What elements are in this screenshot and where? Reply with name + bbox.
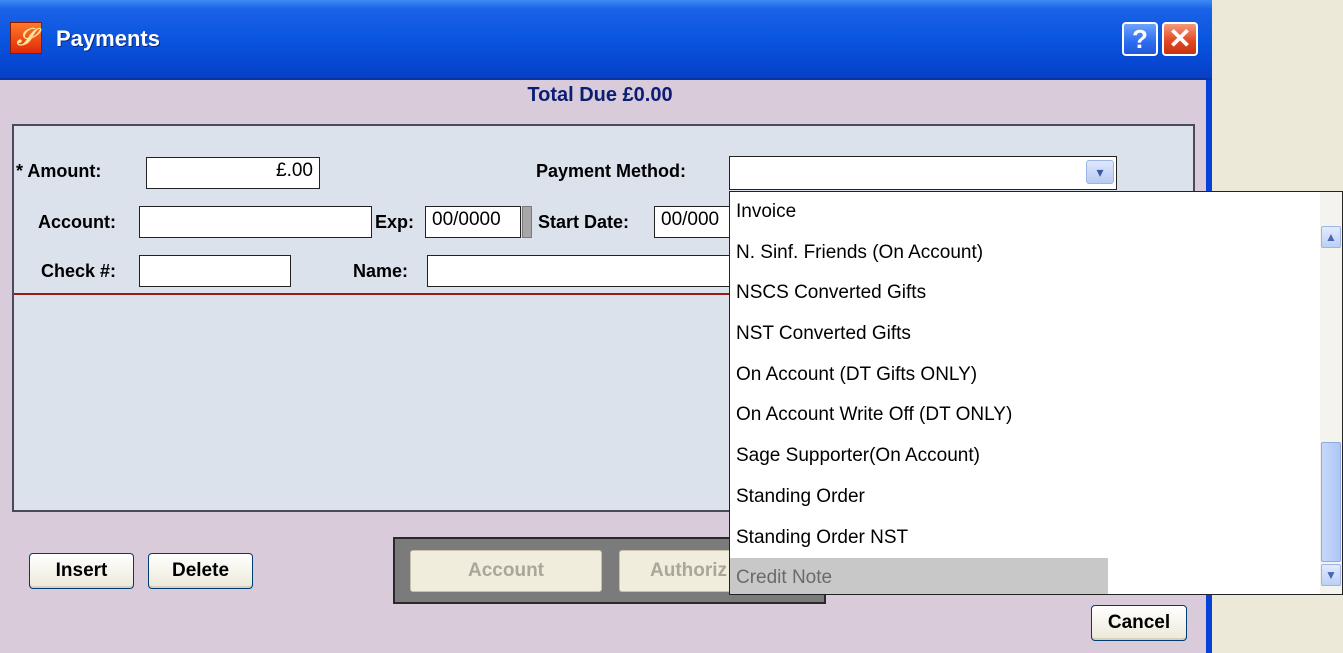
dropdown-item-invoice[interactable]: Invoice (730, 192, 1320, 233)
dropdown-item-n-sinf-friends[interactable]: N. Sinf. Friends (On Account) (730, 233, 1320, 274)
dropdown-item-standing-order[interactable]: Standing Order (730, 477, 1320, 518)
insert-button[interactable]: Insert (29, 553, 134, 589)
close-button[interactable]: ✕ (1162, 22, 1198, 56)
payment-method-dropdown[interactable]: Invoice N. Sinf. Friends (On Account) NS… (729, 191, 1343, 595)
dropdown-item-nscs-converted-gifts[interactable]: NSCS Converted Gifts (730, 273, 1320, 314)
title-bar[interactable]: 𝒮 Payments ? ✕ (0, 0, 1212, 80)
exp-field[interactable]: 00/0000 (425, 206, 521, 238)
dropdown-item-on-account-dt-gifts[interactable]: On Account (DT Gifts ONLY) (730, 355, 1320, 396)
payment-method-label: Payment Method: (536, 161, 687, 181)
total-due-label: Total Due £0.00 (527, 84, 673, 106)
cancel-button[interactable]: Cancel (1091, 605, 1187, 641)
exp-label: Exp: (375, 212, 415, 232)
payment-method-select[interactable]: ▾ (729, 156, 1117, 190)
name-field[interactable] (427, 255, 733, 287)
help-button[interactable]: ? (1122, 22, 1158, 56)
name-label: Name: (353, 261, 409, 281)
window-title: Payments (56, 26, 160, 51)
amount-field[interactable]: £.00 (146, 157, 320, 189)
app-logo-icon: 𝒮 (10, 22, 42, 54)
dropdown-item-credit-note[interactable]: Credit Note (730, 558, 1108, 594)
scrollbar-thumb[interactable] (1321, 442, 1341, 562)
account-button[interactable]: Account (410, 550, 602, 592)
chevron-down-icon[interactable]: ▾ (1086, 160, 1114, 184)
start-date-label: Start Date: (538, 212, 630, 232)
check-number-field[interactable] (139, 255, 291, 287)
exp-spinner[interactable] (522, 206, 532, 238)
scroll-down-icon[interactable]: ▼ (1321, 564, 1341, 586)
delete-button[interactable]: Delete (148, 553, 253, 589)
dropdown-item-sage-supporter[interactable]: Sage Supporter(On Account) (730, 436, 1320, 477)
check-number-label: Check #: (41, 261, 117, 281)
dropdown-item-on-account-write-off[interactable]: On Account Write Off (DT ONLY) (730, 395, 1320, 436)
dropdown-item-standing-order-nst[interactable]: Standing Order NST (730, 518, 1320, 559)
account-label: Account: (38, 212, 116, 232)
dropdown-list: Invoice N. Sinf. Friends (On Account) NS… (730, 192, 1320, 594)
dropdown-item-nst-converted-gifts[interactable]: NST Converted Gifts (730, 314, 1320, 355)
scroll-up-icon[interactable]: ▲ (1321, 226, 1341, 248)
amount-label: * Amount: (16, 161, 102, 181)
account-field[interactable] (139, 206, 372, 238)
dropdown-scrollbar[interactable]: ▲ ▼ (1320, 192, 1342, 594)
start-date-field[interactable]: 00/000 (654, 206, 734, 238)
